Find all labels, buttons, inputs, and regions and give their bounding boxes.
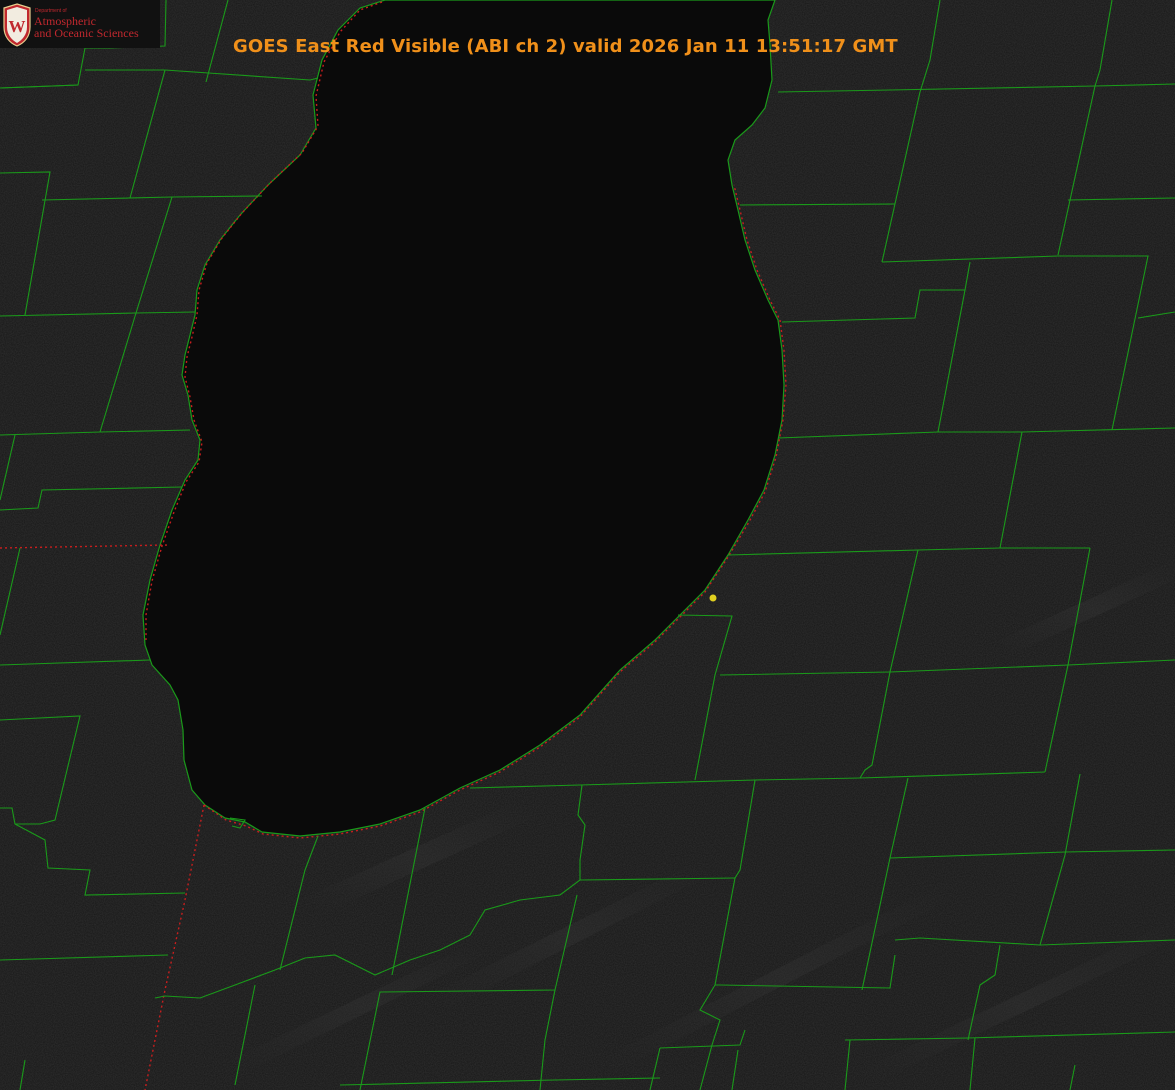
uw-crest-icon: W — [3, 3, 31, 47]
station-marker-icon — [709, 594, 717, 602]
uw-aos-logo: W Department of Atmospheric and Oceanic … — [0, 0, 160, 48]
logo-line-2: and Oceanic Sciences — [34, 26, 139, 40]
image-title: GOES East Red Visible (ABI ch 2) valid 2… — [233, 36, 898, 57]
svg-text:W: W — [9, 17, 26, 36]
satellite-map — [0, 0, 1175, 1090]
